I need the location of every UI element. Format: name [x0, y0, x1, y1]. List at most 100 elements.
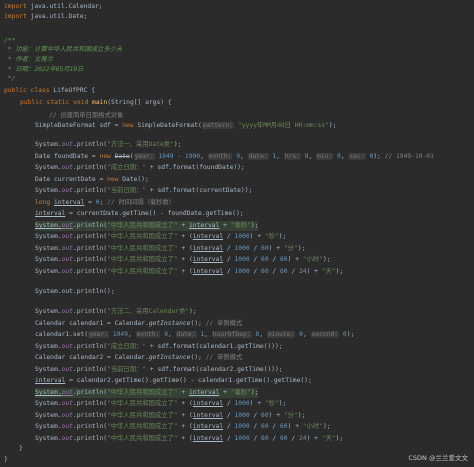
code-text: Date();	[118, 176, 149, 183]
code-line: Calendar calendar1 = Calendar.getInstanc…	[35, 319, 242, 329]
method-name: main	[92, 99, 108, 106]
field-ref: out	[61, 435, 73, 442]
code-text: /	[249, 245, 262, 252]
string-literal: "天"	[321, 435, 336, 442]
param-hint: hourOfDay:	[211, 331, 252, 338]
field-ref: out	[61, 343, 73, 350]
code-line: import java.util.Date;	[4, 12, 87, 22]
csdn-watermark: CSDN @兰兰爱文文	[408, 454, 468, 462]
code-text: .println(	[72, 400, 108, 407]
number-literal: 1000	[234, 268, 250, 275]
code-line: System.out.println("中华人民共和国成立了" + (inter…	[35, 244, 305, 254]
number-literal: 60	[261, 245, 269, 252]
code-text: /	[268, 435, 281, 442]
number-literal: 1949 - 1900	[158, 153, 201, 160]
code-text: +	[177, 435, 189, 442]
code-text: );	[322, 256, 331, 263]
code-text: +	[177, 412, 189, 419]
keyword: new	[122, 122, 134, 129]
code-text: .println(	[72, 233, 108, 240]
code-text: /	[223, 256, 235, 263]
keyword: public static void	[20, 99, 89, 106]
code-text: +	[253, 400, 265, 407]
code-text: .println(	[72, 389, 108, 396]
number-literal: 60	[280, 268, 288, 275]
code-text: );	[250, 389, 259, 396]
code-text: );	[322, 423, 331, 430]
string-literal: "中华人民共和国成立了"	[107, 400, 178, 407]
param-hint: pattern:	[201, 122, 235, 129]
number-literal: 24	[298, 435, 307, 442]
code-text: .println(	[72, 308, 108, 315]
number-literal: 1000	[234, 423, 250, 430]
code-line: Calendar calendar2 = Calendar.getInstanc…	[35, 353, 242, 363]
field-ref: out	[61, 400, 73, 407]
string-literal: "毫秒"	[230, 222, 251, 229]
code-text: );	[189, 308, 197, 315]
closing-brace: }	[19, 445, 23, 452]
string-literal: "方法一、采用Date类"	[107, 141, 174, 148]
field-ref: out	[61, 233, 73, 240]
string-literal: "成立日期："	[107, 164, 147, 171]
code-text: System.	[35, 308, 62, 315]
code-line: System.out.println("成立日期：" + sdf.format(…	[35, 163, 245, 173]
string-literal: "成立日期："	[107, 343, 147, 350]
string-literal: "中华人民共和国成立了"	[107, 222, 178, 229]
code-text: );	[328, 122, 337, 129]
code-text: );	[278, 400, 287, 407]
code-text: + sdf.format(foundDate));	[146, 164, 245, 171]
doc-comment: * 功能：计算中华人民共和国成立多少天	[4, 46, 123, 53]
number-literal: 60	[261, 256, 269, 263]
param-hint: date:	[247, 153, 269, 160]
keyword: public class	[4, 87, 50, 94]
param-hint: second:	[310, 331, 340, 338]
line-comment: // 单例模式	[205, 354, 243, 361]
field-ref: out	[61, 423, 73, 430]
variable: interval	[188, 389, 220, 396]
code-text: /	[249, 256, 262, 263]
number-literal: 1000	[234, 435, 250, 442]
code-text: System.	[35, 233, 62, 240]
variable: interval	[192, 268, 224, 275]
code-text: +	[177, 268, 189, 275]
code-line: System.out.println("中华人民共和国成立了" + (inter…	[35, 422, 331, 432]
code-text: = currentDate.getTime() - foundDate.getT…	[65, 210, 244, 217]
code-editor[interactable]: import java.util.Calendar; import java.u…	[0, 0, 474, 467]
string-literal: "中华人民共和国成立了"	[107, 268, 178, 275]
code-line: System.out.println("成立日期：" + sdf.format(…	[35, 342, 283, 352]
variable: interval	[192, 245, 224, 252]
code-line: System.out.println();	[35, 288, 115, 295]
code-text: System.	[35, 366, 62, 373]
variable: interval	[192, 412, 224, 419]
code-text: /	[223, 400, 235, 407]
code-text: /	[223, 245, 235, 252]
code-text: /	[223, 233, 235, 240]
string-literal: "毫秒"	[230, 389, 251, 396]
string-literal: "中华人民共和国成立了"	[107, 256, 178, 263]
number-literal: 9	[164, 331, 168, 338]
deprecated-call: Date	[114, 153, 130, 160]
string-literal: "中华人民共和国成立了"	[107, 245, 178, 252]
code-text: +	[310, 268, 322, 275]
field-ref: out	[61, 308, 73, 315]
code-text: System.	[35, 435, 62, 442]
code-text: +	[177, 389, 189, 396]
closing-brace: }	[4, 456, 8, 463]
doc-comment: */	[4, 75, 16, 82]
code-text: calendar1.set(	[35, 331, 89, 338]
number-literal: 60	[280, 435, 288, 442]
code-text: .println(	[72, 366, 108, 373]
param-hint: sec:	[348, 153, 366, 160]
keyword: import	[4, 3, 27, 10]
code-text: /	[268, 423, 281, 430]
code-line: System.out.println("中华人民共和国成立了" + interv…	[35, 388, 259, 398]
number-literal: 1000	[234, 245, 250, 252]
code-line: System.out.println("中华人民共和国成立了" + (inter…	[35, 255, 331, 265]
line-comment: // 时间间隔（毫秒数）	[107, 199, 176, 206]
string-literal: "方法二、采用Calendar类"	[107, 308, 190, 315]
field-ref: out	[61, 412, 73, 419]
code-text: /	[223, 423, 235, 430]
number-literal: 60	[280, 256, 288, 263]
code-text: );	[278, 233, 287, 240]
code-text: .println(	[72, 435, 108, 442]
